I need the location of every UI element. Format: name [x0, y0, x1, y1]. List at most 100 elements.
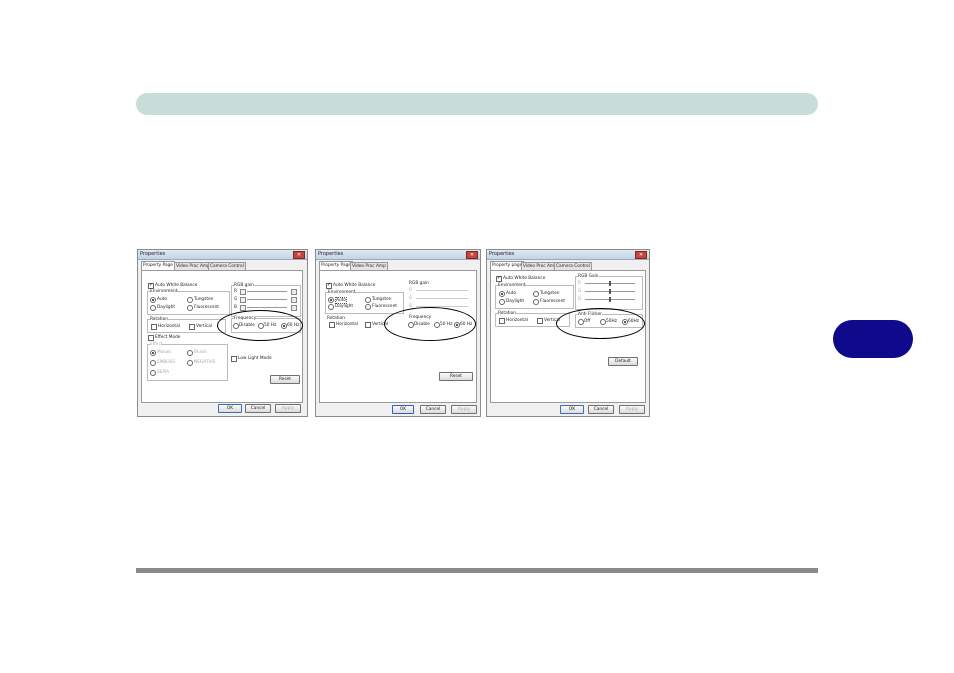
environment-group	[147, 291, 230, 315]
env-fluorescent-label: Fluorescent	[194, 305, 219, 310]
env-tungsten-label: Tungsten	[194, 297, 214, 302]
apply-button[interactable]: Apply	[451, 405, 477, 414]
low-light-mode-label: Low Light Mode	[238, 356, 272, 361]
rotation-horizontal-label: Horizontal	[336, 322, 358, 327]
env-auto-label: Auto	[335, 297, 347, 304]
env-auto-label: Auto	[506, 291, 516, 296]
env-fluorescent-radio[interactable]	[187, 305, 193, 311]
environment-label: Environment	[150, 289, 178, 294]
ok-button[interactable]: OK	[218, 404, 242, 413]
effect-sepia-label: SEPIA	[157, 370, 170, 375]
rgb-g-spin-down[interactable]	[240, 297, 246, 303]
close-icon[interactable]: ✕	[293, 251, 305, 259]
frequency-highlight-ellipse	[217, 310, 303, 341]
rgb-gain-label: RGB gain	[409, 281, 429, 286]
awb-label: Auto White Balance	[333, 283, 376, 288]
effect-bluish-radio[interactable]	[187, 350, 193, 356]
rgb-r-slider[interactable]	[247, 291, 287, 292]
rgb-g-label: G	[234, 297, 238, 302]
apply-button[interactable]: Apply	[275, 404, 301, 413]
reset-button[interactable]: Reset	[439, 372, 473, 381]
rgb-b-spin-up[interactable]	[291, 305, 297, 311]
env-fluorescent-label: Fluorescent	[540, 299, 565, 304]
dialog-title: Properties	[318, 251, 344, 257]
env-tungsten-radio[interactable]	[365, 297, 371, 303]
rgb-r-spin-down[interactable]	[240, 289, 246, 295]
env-auto-radio[interactable]	[150, 297, 156, 303]
env-tungsten-radio[interactable]	[187, 297, 193, 303]
effect-mode-checkbox[interactable]	[148, 335, 154, 341]
cancel-button[interactable]: Cancel	[420, 405, 446, 414]
rgb-r-label: R	[234, 289, 237, 294]
env-daylight-radio[interactable]	[328, 304, 334, 310]
env-auto-radio[interactable]	[499, 291, 505, 297]
rotation-vertical-checkbox[interactable]	[537, 318, 543, 324]
close-icon[interactable]: ✕	[635, 251, 647, 259]
rgb-r-slider[interactable]	[416, 290, 468, 291]
environment-group	[495, 285, 574, 309]
env-fluorescent-radio[interactable]	[365, 304, 371, 310]
rotation-horizontal-checkbox[interactable]	[151, 324, 157, 330]
env-daylight-label: Daylight	[335, 304, 354, 309]
auto-white-balance-checkbox[interactable]	[326, 282, 332, 289]
properties-dialog-3: Properties ✕ Property page Video Proc Am…	[486, 249, 650, 417]
env-fluorescent-label: Fluorescent	[372, 304, 397, 309]
rgb-g-slider-thumb[interactable]	[609, 289, 611, 294]
effect-mosaic-radio[interactable]	[150, 350, 156, 356]
rgb-g-label: G	[409, 296, 413, 301]
rotation-vertical-checkbox[interactable]	[365, 322, 371, 328]
rgb-gain-label: RGB Gain	[578, 274, 599, 279]
ok-button[interactable]: OK	[392, 405, 414, 414]
effect-emboss-radio[interactable]	[150, 360, 156, 366]
environment-label: Environment	[328, 290, 356, 295]
environment-label: Environment	[498, 283, 526, 288]
reset-button[interactable]: Reset	[270, 375, 300, 384]
rgb-b-label: B	[234, 305, 237, 310]
env-daylight-radio[interactable]	[499, 299, 505, 305]
cancel-button[interactable]: Cancel	[245, 404, 271, 413]
rotation-label: Rotation	[150, 317, 168, 322]
rgb-g-label: G	[578, 289, 582, 294]
rotation-horizontal-checkbox[interactable]	[499, 318, 505, 324]
env-daylight-radio[interactable]	[150, 305, 156, 311]
rgb-r-spin-up[interactable]	[291, 289, 297, 295]
rotation-label: Rotation	[327, 316, 345, 321]
rotation-horizontal-label: Horizontal	[506, 318, 528, 323]
close-icon[interactable]: ✕	[466, 251, 478, 259]
properties-dialog-1: Properties ✕ Property Page Video Proc Am…	[137, 249, 308, 417]
env-fluorescent-radio[interactable]	[533, 299, 539, 305]
ok-button[interactable]: OK	[560, 405, 584, 414]
default-button[interactable]: Default	[608, 357, 638, 366]
effect-negative-radio[interactable]	[187, 360, 193, 366]
effect-bluish-label: Bluish	[194, 350, 208, 355]
footer-rule	[136, 568, 818, 573]
env-daylight-label: Daylight	[506, 299, 525, 304]
cancel-button[interactable]: Cancel	[588, 405, 614, 414]
chapter-side-tab	[833, 320, 913, 358]
effect-emboss-label: EMBOSS	[157, 360, 176, 365]
rotation-horizontal-label: Horizontal	[158, 324, 180, 329]
rgb-r-label: R	[409, 288, 412, 293]
rgb-b-slider-thumb[interactable]	[609, 297, 611, 302]
rgb-g-slider[interactable]	[416, 298, 468, 299]
rgb-g-spin-up[interactable]	[291, 297, 297, 303]
low-light-mode-checkbox[interactable]	[231, 356, 237, 362]
rotation-horizontal-checkbox[interactable]	[329, 322, 335, 328]
effect-sepia-radio[interactable]	[150, 370, 156, 376]
rgb-b-slider[interactable]	[247, 307, 287, 308]
auto-white-balance-checkbox[interactable]	[496, 275, 502, 282]
apply-button[interactable]: Apply	[619, 405, 645, 414]
effect-label: Effect	[150, 342, 163, 347]
rgb-gain-label: RGB gain	[234, 283, 254, 288]
rgb-r-slider-thumb[interactable]	[609, 281, 611, 286]
env-tungsten-radio[interactable]	[533, 291, 539, 297]
effect-mode-label: Effect Mode	[155, 335, 181, 340]
rgb-g-slider[interactable]	[247, 299, 287, 300]
effect-negative-label: NEGATIVE	[194, 360, 216, 365]
awb-label: Auto White Balance	[155, 283, 198, 288]
env-auto-radio[interactable]	[328, 297, 334, 303]
rotation-vertical-checkbox[interactable]	[189, 324, 195, 330]
dialog-title-bar: Properties ✕	[316, 250, 480, 260]
properties-dialog-2: Properties ✕ Property Page Video Proc Am…	[315, 249, 481, 417]
env-auto-label: Auto	[157, 297, 167, 302]
